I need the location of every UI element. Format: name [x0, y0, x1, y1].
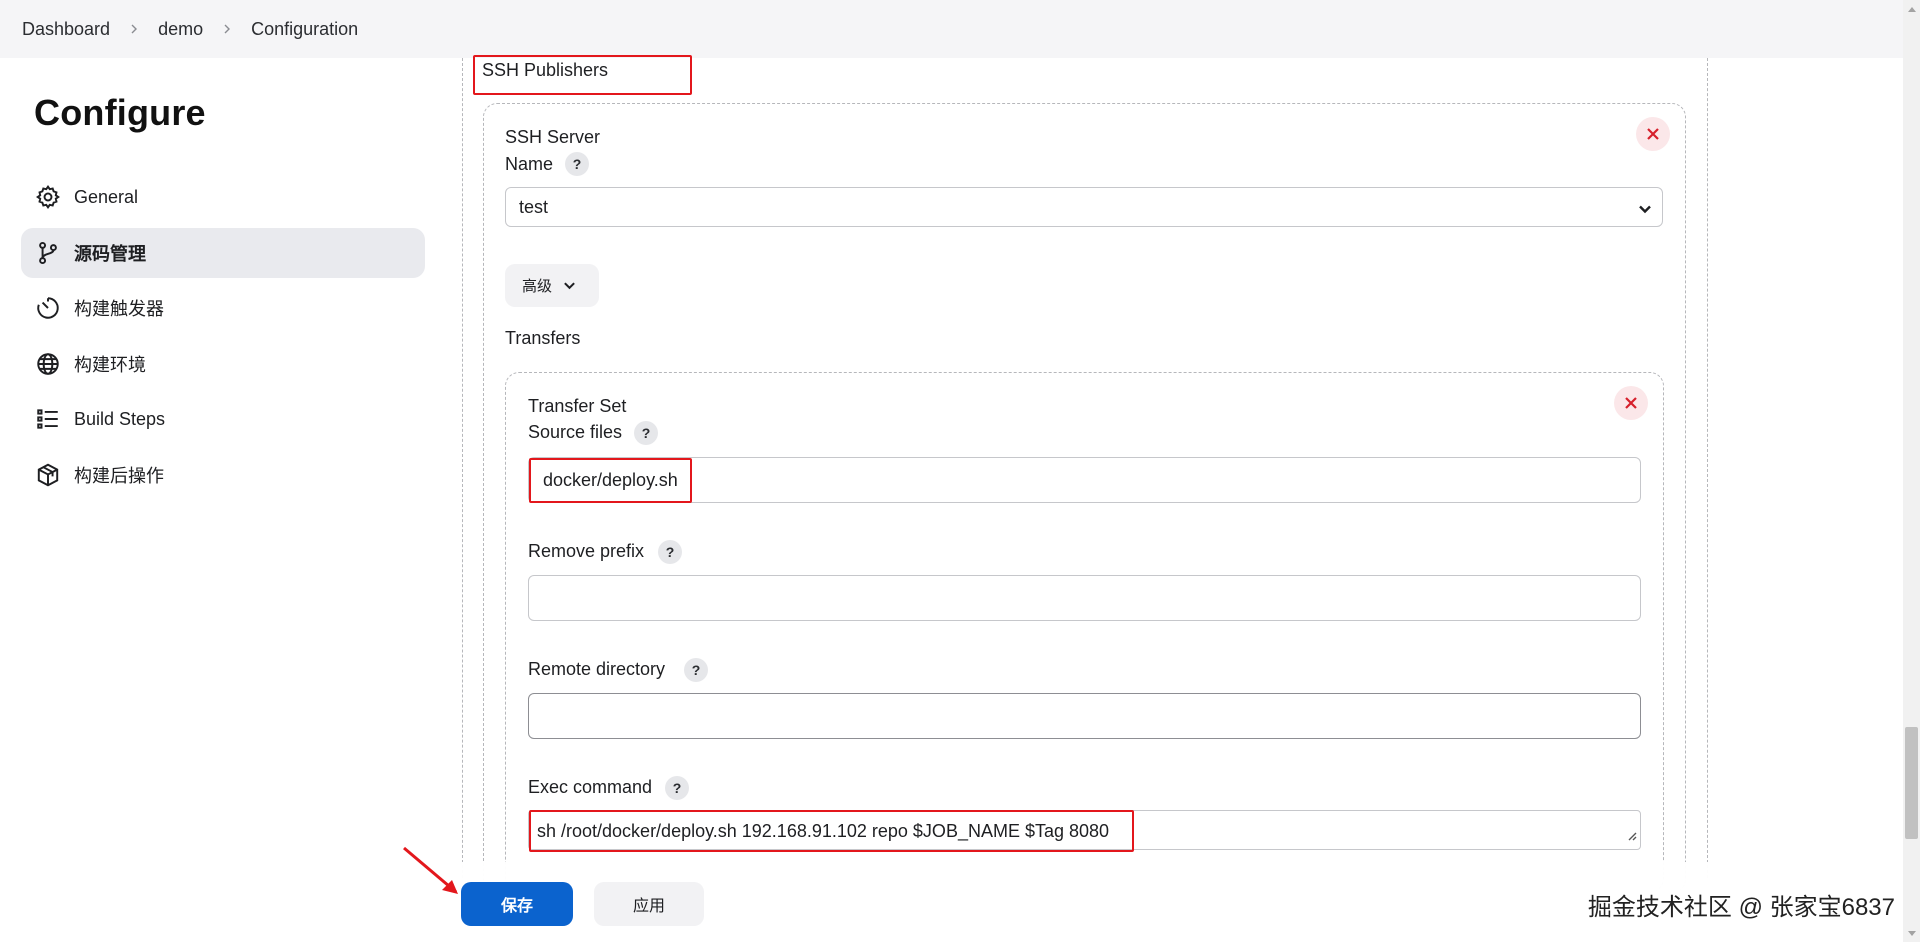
source-files-input[interactable]: docker/deploy.sh: [528, 457, 1641, 503]
breadcrumb: Dashboard demo Configuration: [0, 0, 1920, 58]
server-name-value: test: [519, 196, 549, 217]
exec-command-label: Exec command: [528, 777, 653, 797]
breadcrumb-configuration[interactable]: Configuration: [251, 19, 358, 40]
timer-icon: [35, 295, 61, 321]
watermark-text: 掘金技术社区 @ 张家宝6837: [1587, 894, 1895, 921]
branch-icon: [35, 240, 61, 266]
sidebar-item-source-control[interactable]: 源码管理: [21, 227, 425, 278]
save-button[interactable]: 保存: [461, 882, 573, 926]
apply-button[interactable]: 应用: [594, 882, 704, 926]
remove-prefix-input[interactable]: [528, 575, 1641, 621]
help-icon[interactable]: ?: [565, 152, 589, 176]
sidebar-item-post-build[interactable]: 构建后操作: [21, 450, 425, 500]
chevron-down-icon: [1638, 200, 1652, 221]
remote-directory-input[interactable]: [528, 693, 1641, 739]
sidebar-item-build-environment[interactable]: 构建环境: [21, 339, 425, 389]
sidebar-item-label: 构建触发器: [74, 299, 164, 319]
help-icon[interactable]: ?: [658, 540, 682, 564]
sidebar-item-general[interactable]: General: [21, 172, 425, 222]
breadcrumb-demo[interactable]: demo: [158, 19, 203, 40]
remove-prefix-label: Remove prefix: [528, 541, 645, 561]
close-icon: [1647, 128, 1659, 140]
sidebar-item-label: 构建环境: [74, 354, 146, 375]
source-files-label: Source files: [528, 422, 623, 442]
scrollbar-thumb[interactable]: [1905, 727, 1918, 839]
sidebar-item-label: Build Steps: [74, 408, 166, 429]
chevron-right-icon: [128, 23, 140, 35]
exec-command-value: sh /root/docker/deploy.sh 192.168.91.102…: [537, 821, 1110, 841]
help-icon[interactable]: ?: [634, 421, 658, 445]
sidebar-item-label: 源码管理: [74, 243, 146, 264]
scroll-down-arrow-icon[interactable]: [1903, 925, 1920, 942]
page-title: Configure: [34, 92, 206, 133]
chevron-right-icon: [221, 23, 233, 35]
advanced-label: 高级: [522, 278, 553, 295]
transfer-set-heading: Transfer Set: [528, 396, 627, 416]
gear-icon: [35, 184, 61, 210]
source-files-value: docker/deploy.sh: [543, 469, 678, 490]
remote-directory-label: Remote directory: [528, 659, 666, 679]
sidebar: General 源码管理 构建触发器 构建环境 Build Steps 构建后操…: [21, 172, 425, 505]
sidebar-item-label: General: [74, 186, 139, 207]
help-icon[interactable]: ?: [665, 776, 689, 800]
sidebar-item-build-steps[interactable]: Build Steps: [21, 394, 425, 444]
transfers-label: Transfers: [505, 328, 581, 348]
scroll-up-arrow-icon[interactable]: [1903, 0, 1920, 17]
list-icon: [35, 406, 61, 432]
section-label-ssh-publishers: SSH Publishers: [482, 60, 609, 80]
remove-transfer-set-button[interactable]: [1614, 386, 1648, 420]
globe-icon: [35, 351, 61, 377]
help-icon[interactable]: ?: [684, 658, 708, 682]
chevron-down-icon: [564, 282, 575, 290]
sidebar-item-build-triggers[interactable]: 构建触发器: [21, 283, 425, 333]
ssh-server-heading: SSH Server: [505, 127, 601, 147]
advanced-button[interactable]: 高级: [505, 264, 599, 307]
breadcrumb-dashboard[interactable]: Dashboard: [22, 19, 110, 40]
arrow-annotation-icon: [403, 846, 458, 894]
remove-server-button[interactable]: [1636, 117, 1670, 151]
sidebar-item-label: 构建后操作: [74, 465, 164, 486]
server-name-select[interactable]: test: [505, 187, 1663, 227]
name-label: Name: [505, 154, 554, 174]
resize-handle-icon[interactable]: [1627, 825, 1637, 846]
exec-command-textarea[interactable]: sh /root/docker/deploy.sh 192.168.91.102…: [528, 810, 1641, 850]
box-icon: [35, 462, 61, 488]
close-icon: [1625, 397, 1637, 409]
